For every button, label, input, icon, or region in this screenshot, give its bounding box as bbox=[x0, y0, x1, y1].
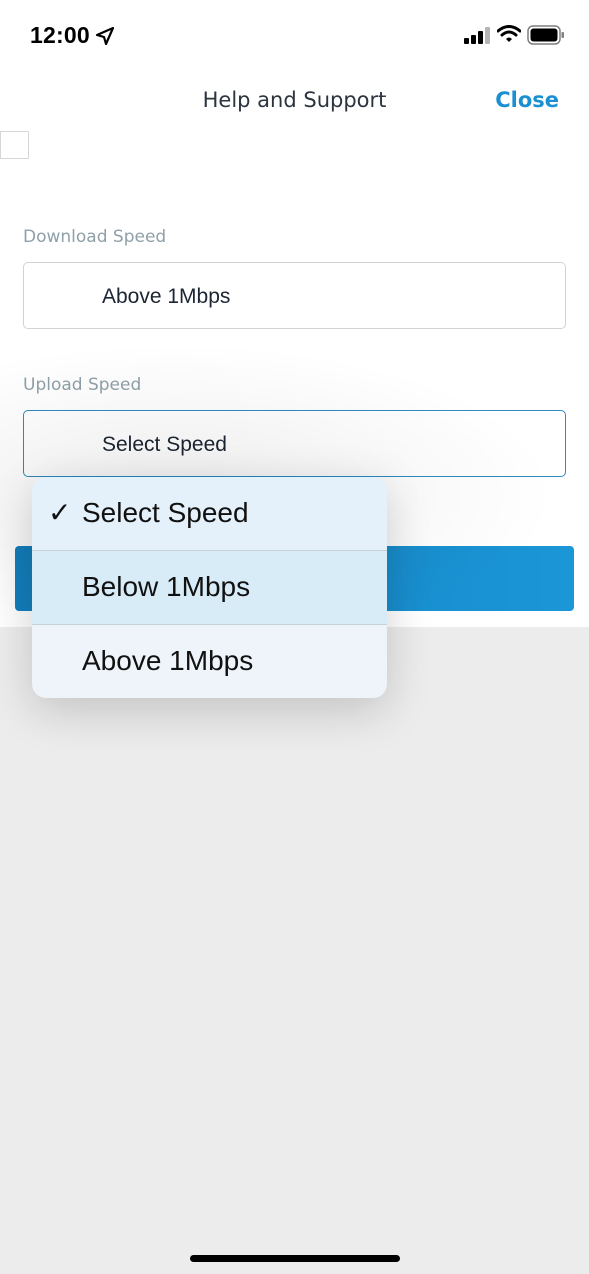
location-arrow-icon bbox=[95, 26, 115, 46]
option-label: Below 1Mbps bbox=[82, 571, 251, 602]
dropdown-option-select-speed[interactable]: ✓ Select Speed bbox=[32, 477, 387, 551]
navigation-bar: Help and Support Close bbox=[0, 78, 589, 124]
signal-icon bbox=[464, 27, 490, 44]
download-speed-value: Above 1Mbps bbox=[102, 285, 231, 308]
upload-speed-value: Select Speed bbox=[102, 433, 227, 456]
wifi-icon bbox=[496, 25, 522, 43]
upload-speed-select[interactable]: Select Speed bbox=[23, 410, 566, 477]
option-label: Above 1Mbps bbox=[82, 645, 254, 676]
battery-icon bbox=[527, 25, 565, 45]
close-button[interactable]: Close bbox=[495, 88, 559, 112]
dropdown-option-below-1mbps[interactable]: Below 1Mbps bbox=[32, 551, 387, 625]
home-indicator[interactable] bbox=[190, 1255, 400, 1262]
dropdown-option-above-1mbps[interactable]: Above 1Mbps bbox=[32, 625, 387, 698]
checkbox[interactable] bbox=[0, 131, 29, 159]
dimmed-background bbox=[0, 627, 589, 1274]
download-speed-label: Download Speed bbox=[23, 227, 167, 247]
speed-dropdown-menu: ✓ Select Speed Below 1Mbps Above 1Mbps bbox=[32, 477, 387, 698]
option-label: Select Speed bbox=[82, 497, 249, 528]
upload-speed-label: Upload Speed bbox=[23, 375, 142, 395]
status-time: 12:00 bbox=[30, 22, 90, 48]
status-bar: 12:00 bbox=[0, 0, 589, 70]
checkmark-icon: ✓ bbox=[48, 496, 72, 529]
download-speed-select[interactable]: Above 1Mbps bbox=[23, 262, 566, 329]
